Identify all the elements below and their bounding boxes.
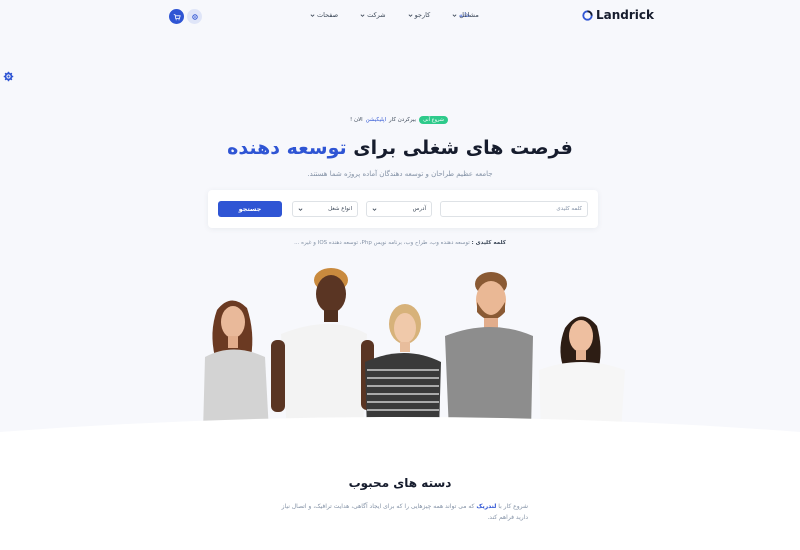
keyword-input[interactable]: کلمه کلیدی: [440, 201, 588, 217]
chevron-down-icon: [360, 13, 365, 17]
hero-tagline: شروع آنی بیرکردن کار اپلیکیشن الان !: [350, 116, 448, 124]
search-button[interactable]: جستجو: [218, 201, 282, 217]
nav-item-candidates[interactable]: کارجو: [408, 11, 431, 19]
settings-button[interactable]: [187, 9, 202, 24]
chevron-down-icon: [408, 13, 413, 17]
tagline-text-end: الان !: [350, 117, 363, 123]
logo-text: Landrick: [596, 8, 655, 22]
section-brand-link[interactable]: لندریک: [476, 503, 496, 510]
logo-mark-icon: [582, 9, 593, 21]
job-type-select-label: انواع شغل: [328, 206, 352, 212]
nav-item-company[interactable]: شرکت: [360, 11, 386, 19]
section-title: دسته های محبوب: [348, 476, 452, 490]
status-badge: شروع آنی: [419, 116, 448, 124]
keywords-text: توسعه دهنده وب، طراح وب، برنامه نویس Php…: [294, 240, 470, 246]
chevron-down-icon: [452, 13, 457, 17]
site-header: Landrick خانه مشاغل کارجو شرکت صفحات: [0, 0, 800, 34]
gear-icon[interactable]: [3, 71, 14, 82]
cart-icon: [173, 13, 181, 20]
title-accent: توسعه دهنده: [227, 137, 347, 159]
chevron-down-icon: [310, 13, 315, 17]
gear-icon: [191, 13, 198, 20]
tagline-text: بیرکردن کار: [389, 117, 417, 123]
nav-item-jobs[interactable]: مشاغل: [452, 11, 479, 19]
page-title: فرصت های شغلی برای توسعه دهنده: [200, 137, 600, 159]
nav-item-pages[interactable]: صفحات: [310, 11, 338, 19]
cart-button[interactable]: [169, 9, 184, 24]
address-select-label: آدرس: [412, 206, 426, 212]
address-select[interactable]: آدرس: [366, 201, 432, 217]
title-main: فرصت های شغلی برای: [353, 137, 573, 159]
tagline-link[interactable]: اپلیکیشن: [366, 117, 386, 123]
search-form: کلمه کلیدی آدرس انواع شغل جستجو: [208, 190, 598, 228]
nav-label: کارجو: [414, 11, 431, 19]
section-text-start: شروع کار با: [498, 503, 528, 510]
logo[interactable]: Landrick: [582, 8, 654, 22]
hero-wave-divider: [0, 417, 800, 452]
section-text: شروع کار با لندریک که می تواند همه چیزها…: [278, 501, 528, 523]
job-type-select[interactable]: انواع شغل: [292, 201, 358, 217]
chevron-down-icon: [372, 207, 377, 211]
keywords-line: کلمه کلیدی : توسعه دهنده وب، طراح وب، بر…: [200, 240, 600, 246]
chevron-down-icon: [298, 207, 303, 211]
main-nav: مشاغل کارجو شرکت صفحات: [310, 11, 479, 19]
nav-label: صفحات: [317, 11, 339, 19]
hero-subtitle: جامعه عظیم طراحان و توسعه دهندگان آماده …: [307, 170, 493, 178]
nav-label: مشاغل: [459, 11, 479, 19]
keywords-label: کلمه کلیدی :: [471, 240, 506, 246]
nav-label: شرکت: [367, 11, 386, 19]
